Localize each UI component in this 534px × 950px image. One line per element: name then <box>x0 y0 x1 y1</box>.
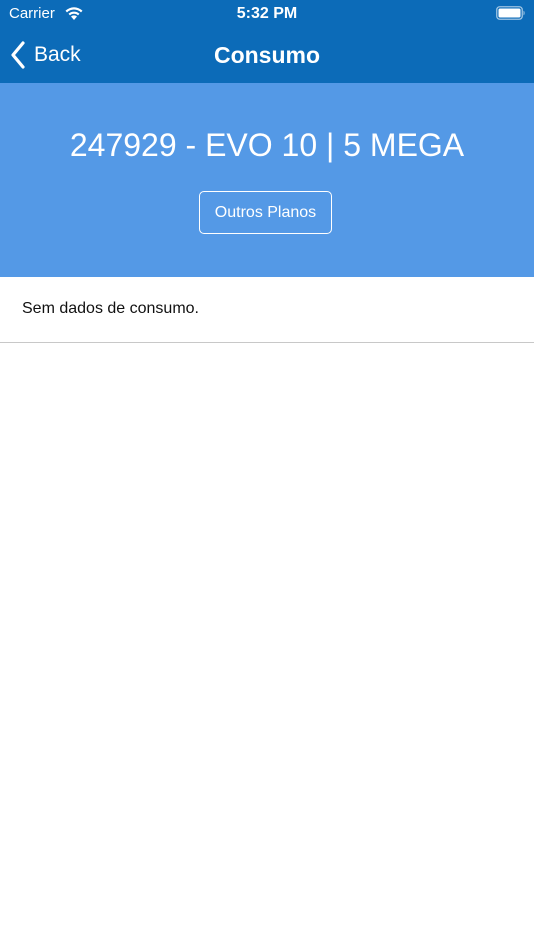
status-bar: Carrier 5:32 PM <box>0 0 534 28</box>
plan-name: 247929 - EVO 10 | 5 MEGA <box>69 127 465 163</box>
battery-icon <box>496 6 525 20</box>
page-title: Consumo <box>213 42 321 68</box>
status-time: 5:32 PM <box>236 5 298 22</box>
other-plans-button[interactable]: Outros Planos <box>199 191 332 234</box>
plan-header: 247929 - EVO 10 | 5 MEGA Outros Planos <box>0 83 534 277</box>
usage-empty-row: Sem dados de consumo. <box>0 277 534 343</box>
empty-usage-message: Sem dados de consumo. <box>22 300 199 317</box>
navigation-bar: Back Consumo <box>0 28 534 83</box>
